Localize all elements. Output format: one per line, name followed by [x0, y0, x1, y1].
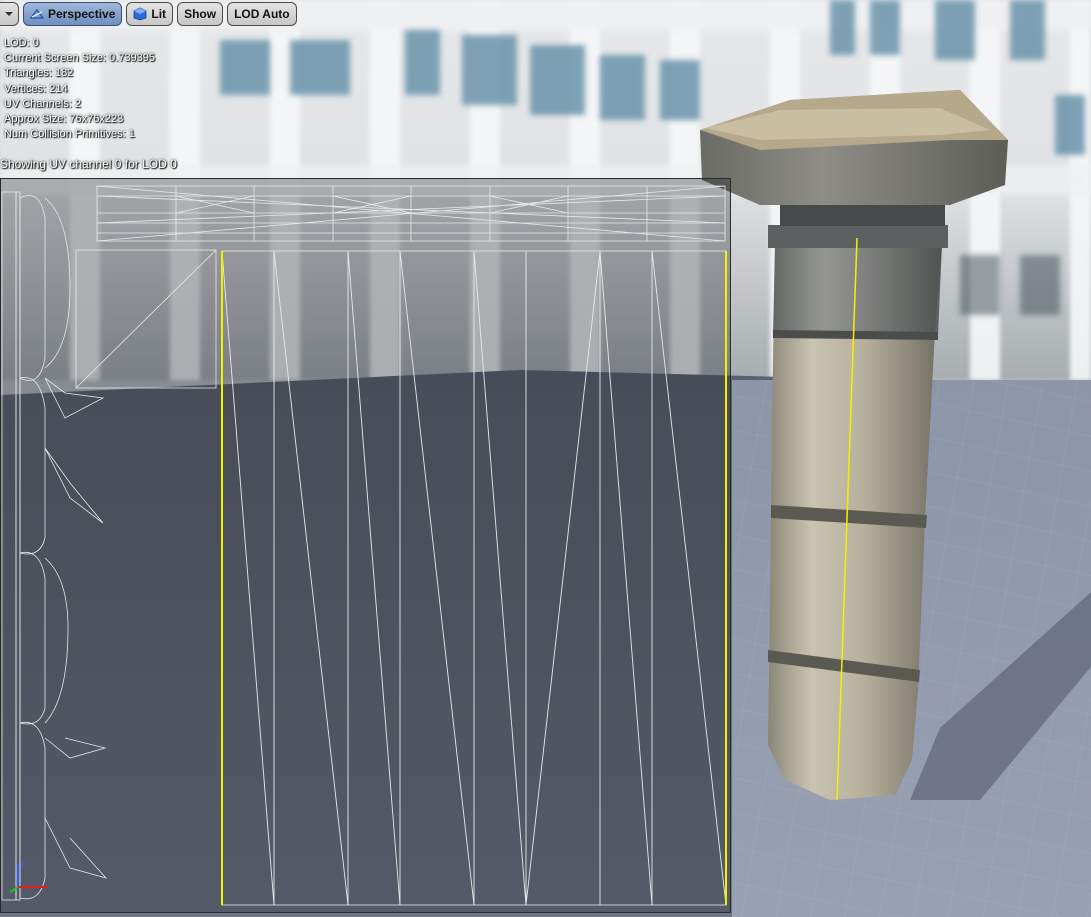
svg-text:z: z	[21, 858, 26, 868]
building-window	[1010, 0, 1045, 60]
chevron-down-icon	[5, 12, 13, 16]
viewport-toolbar: Perspective Lit Show LOD Auto	[0, 0, 297, 27]
building-window	[660, 60, 700, 120]
building-window	[960, 255, 1000, 315]
building-window	[600, 55, 645, 120]
stat-lod: LOD: 0	[4, 37, 39, 49]
lit-cube-icon	[133, 7, 147, 21]
mesh-stats-overlay: LOD: 0 Current Screen Size: 0.739395 Tri…	[4, 36, 155, 142]
uv-layout-wireframe	[1, 185, 727, 906]
building-window	[462, 35, 517, 105]
lit-button[interactable]: Lit	[126, 2, 174, 26]
lod-label: LOD Auto	[234, 7, 290, 21]
building-window	[1055, 95, 1085, 155]
building-window	[530, 45, 585, 115]
lit-label: Lit	[151, 7, 167, 21]
stat-uv-channels: UV Channels: 2	[4, 97, 82, 110]
building-window	[935, 0, 975, 60]
stat-approx-size: Approx Size: 76x76x223	[4, 113, 124, 126]
perspective-icon	[30, 9, 44, 19]
perspective-label: Perspective	[48, 7, 116, 21]
uv-island-shaft	[221, 250, 727, 906]
lod-auto-button[interactable]: LOD Auto	[227, 2, 297, 26]
show-button[interactable]: Show	[177, 2, 224, 26]
viewport-options-menu[interactable]	[0, 2, 19, 26]
building-window	[830, 0, 855, 55]
axis-gizmo-icon: z	[9, 858, 48, 893]
uv-caption: Showing UV channel 0 for LOD 0	[0, 157, 177, 171]
perspective-button[interactable]: Perspective	[23, 2, 123, 26]
stat-triangles: Triangles: 182	[4, 67, 74, 80]
stat-vertices: Vertices: 214	[4, 82, 68, 95]
stat-screen-size: Current Screen Size: 0.739395	[4, 52, 156, 65]
building-window	[220, 40, 270, 95]
building-window	[405, 30, 440, 95]
stat-collision-primitives: Num Collision Primitives: 1	[4, 128, 135, 141]
building-window	[870, 0, 900, 55]
building-window	[290, 40, 350, 95]
building-window	[1020, 255, 1060, 315]
show-label: Show	[184, 7, 217, 21]
